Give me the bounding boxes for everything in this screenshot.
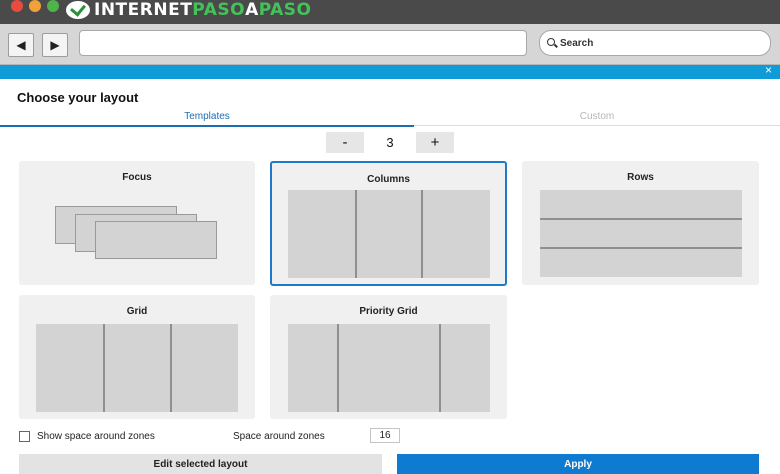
checkmark-logo-icon bbox=[66, 1, 90, 19]
close-icon[interactable]: × bbox=[765, 63, 772, 77]
apply-button[interactable]: Apply bbox=[397, 454, 759, 474]
tab-custom[interactable]: Custom bbox=[414, 111, 780, 125]
show-space-label: Show space around zones bbox=[37, 431, 155, 442]
show-space-checkbox[interactable] bbox=[19, 431, 30, 442]
browser-toolbar: ◀ ▶ Search bbox=[0, 24, 780, 65]
zone-preview bbox=[95, 221, 217, 259]
active-tab-indicator bbox=[0, 125, 414, 127]
zone-divider bbox=[337, 324, 339, 412]
edit-selected-layout-button[interactable]: Edit selected layout bbox=[19, 454, 382, 474]
zone-divider bbox=[540, 247, 742, 249]
zone-count-increase-button[interactable]: + bbox=[416, 132, 454, 153]
layout-card-columns[interactable]: Columns bbox=[270, 161, 507, 286]
site-logo: INTERNET PASO A PASO bbox=[66, 0, 312, 20]
browser-title-bar: INTERNET PASO A PASO bbox=[0, 0, 780, 25]
zone-preview bbox=[540, 190, 742, 277]
zone-count-decrease-button[interactable]: - bbox=[326, 132, 364, 153]
zone-divider bbox=[355, 190, 357, 278]
layout-title: Focus bbox=[122, 172, 152, 183]
zone-preview bbox=[288, 190, 490, 278]
brand-text-2: PASO bbox=[192, 0, 246, 20]
layout-card-grid[interactable]: Grid bbox=[19, 295, 255, 419]
layout-title: Priority Grid bbox=[359, 306, 418, 317]
tab-templates[interactable]: Templates bbox=[0, 111, 414, 125]
brand-text-1: INTERNET bbox=[94, 0, 193, 20]
layout-title: Grid bbox=[126, 306, 148, 317]
space-around-zones-label: Space around zones bbox=[233, 431, 325, 442]
zone-preview bbox=[36, 324, 238, 412]
layout-card-priority-grid[interactable]: Priority Grid bbox=[270, 295, 507, 419]
zone-divider bbox=[170, 324, 172, 412]
tab-divider bbox=[414, 125, 780, 126]
close-window-button[interactable] bbox=[11, 0, 23, 12]
layout-title: Rows bbox=[627, 172, 654, 183]
layout-editor: Choose your layout Templates Custom - 3 … bbox=[0, 79, 780, 474]
layout-card-rows[interactable]: Rows bbox=[522, 161, 759, 285]
brand-text-4: PASO bbox=[258, 0, 312, 20]
forward-button[interactable]: ▶ bbox=[42, 33, 68, 57]
space-around-zones-input[interactable]: 16 bbox=[370, 428, 400, 443]
minimize-window-button[interactable] bbox=[29, 0, 41, 12]
maximize-window-button[interactable] bbox=[47, 0, 59, 12]
zone-divider bbox=[439, 324, 441, 412]
search-input[interactable]: Search bbox=[539, 30, 771, 56]
zone-count-value: 3 bbox=[386, 135, 394, 150]
zone-preview bbox=[288, 324, 490, 412]
page-title: Choose your layout bbox=[17, 90, 139, 105]
zone-divider bbox=[103, 324, 105, 412]
forward-arrow-icon: ▶ bbox=[50, 38, 60, 52]
layout-title: Columns bbox=[367, 174, 410, 185]
zone-divider bbox=[540, 218, 742, 220]
search-icon bbox=[547, 38, 557, 48]
brand-text-3: A bbox=[245, 0, 259, 20]
back-arrow-icon: ◀ bbox=[16, 38, 26, 52]
search-placeholder: Search bbox=[560, 37, 594, 49]
address-bar[interactable] bbox=[79, 30, 527, 56]
zone-divider bbox=[421, 190, 423, 278]
back-button[interactable]: ◀ bbox=[8, 33, 34, 57]
layout-card-focus[interactable]: Focus bbox=[19, 161, 255, 285]
app-title-strip: × bbox=[0, 63, 780, 79]
